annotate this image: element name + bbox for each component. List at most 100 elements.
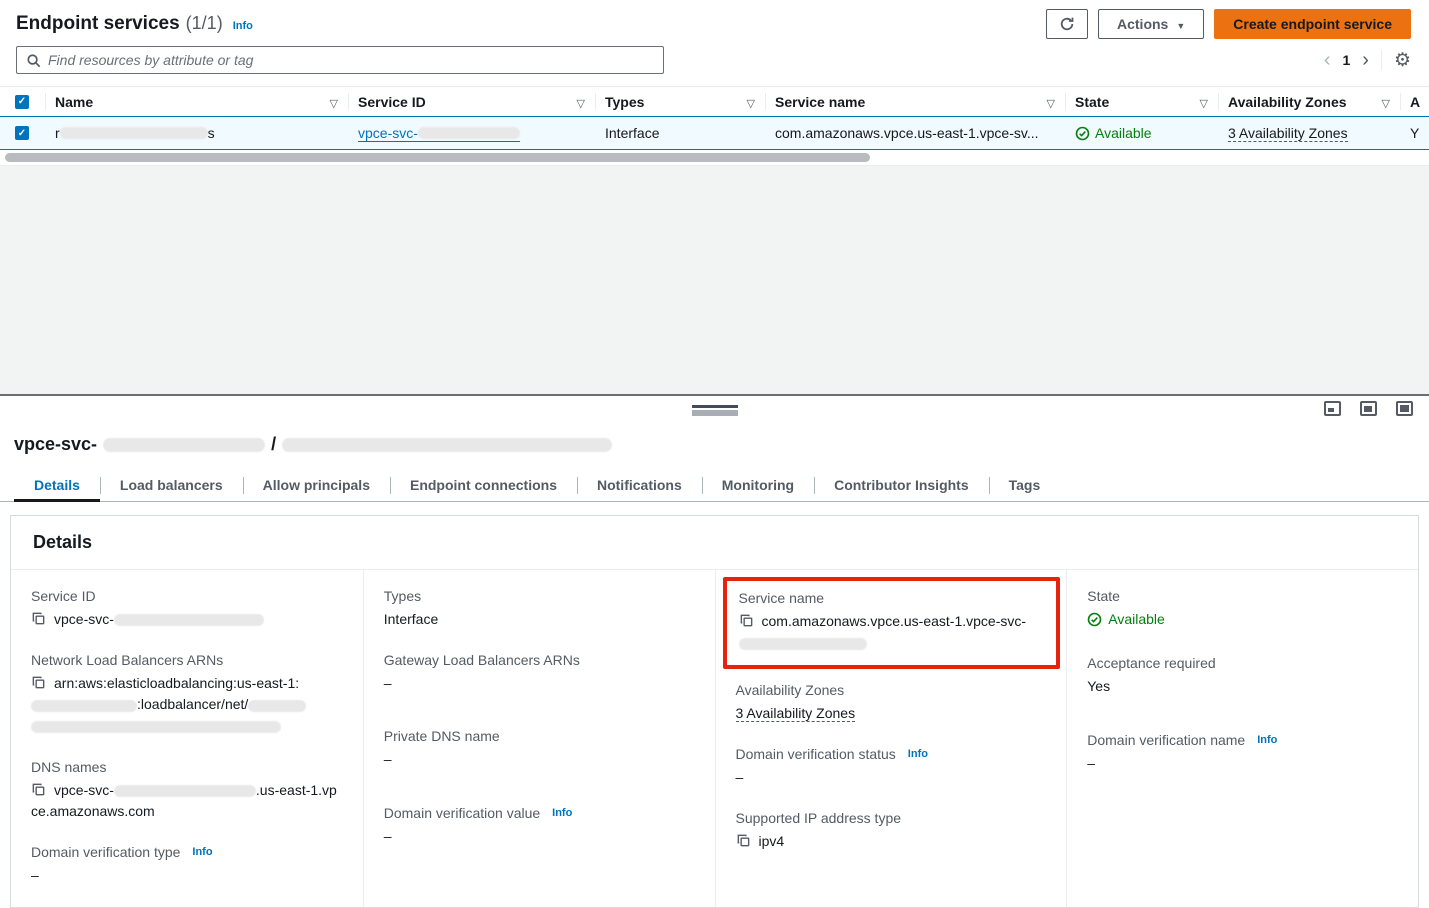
table-controls: 1 [0, 44, 1429, 76]
tab-notifications[interactable]: Notifications [577, 469, 702, 501]
row-checkbox[interactable] [15, 126, 29, 140]
column-types: Types [605, 94, 644, 110]
field-domain-verification-type: Domain verification typeInfo – [31, 844, 343, 887]
availability-zones-link[interactable]: 3 Availability Zones [1228, 125, 1348, 142]
status-available-icon [1075, 126, 1090, 141]
details-column-3: Service name com.amazonaws.vpce.us-east-… [715, 570, 1067, 907]
redacted-service-id [418, 127, 520, 139]
split-panel-maximize-icon[interactable] [1396, 401, 1413, 416]
search-input[interactable] [48, 52, 654, 68]
header-checkbox[interactable] [15, 95, 29, 109]
info-link[interactable]: Info [908, 748, 928, 760]
split-panel: vpce-svc- / Details Load balancers Allow… [0, 394, 1429, 908]
actions-button-label: Actions [1117, 16, 1168, 32]
highlight-box: Service name com.amazonaws.vpce.us-east-… [723, 577, 1061, 669]
tab-endpoint-connections[interactable]: Endpoint connections [390, 469, 577, 501]
table-header: Name Service ID Types Service name State… [0, 86, 1429, 116]
column-acceptance-cut: A [1410, 94, 1420, 110]
cell-service-name: com.amazonaws.vpce.us-east-1.vpce-sv... [775, 125, 1039, 141]
column-state: State [1075, 94, 1109, 110]
field-domain-verification-value: Domain verification valueInfo – [384, 805, 695, 848]
search-box[interactable] [16, 46, 664, 74]
pager-divider [1381, 50, 1382, 70]
copy-icon[interactable] [736, 833, 751, 848]
cell-state: Available [1095, 125, 1152, 141]
split-panel-side-icon[interactable] [1360, 401, 1377, 416]
tab-bar: Details Load balancers Allow principals … [0, 469, 1429, 502]
cell-types: Interface [605, 125, 659, 141]
table-row[interactable]: rs vpce-svc- Interface com.amazonaws.vpc… [0, 116, 1429, 150]
chevron-left-icon[interactable] [1324, 50, 1331, 70]
split-panel-bottom-icon[interactable] [1324, 401, 1341, 416]
details-column-4: State Available Acceptance required Yes [1066, 570, 1418, 907]
content-background [0, 166, 1429, 394]
redacted-service-id-value [114, 614, 264, 626]
details-heading: Details [11, 516, 1418, 570]
tab-load-balancers[interactable]: Load balancers [100, 469, 243, 501]
filter-icon[interactable] [747, 94, 755, 110]
redacted-lb-id [31, 721, 281, 733]
redacted-account-id [31, 700, 137, 712]
header-toolbar: Actions Create endpoint service [1046, 9, 1411, 39]
page-number[interactable]: 1 [1342, 52, 1350, 68]
split-panel-drag-handle[interactable] [692, 405, 738, 416]
redacted-dns-id [114, 785, 256, 797]
field-domain-verification-status: Domain verification statusInfo – [736, 746, 1047, 789]
details-card: Details Service ID vpce-svc- Network Loa… [10, 515, 1419, 908]
panel-title: vpce-svc- / [0, 422, 1429, 455]
details-column-1: Service ID vpce-svc- Network Load Balanc… [11, 570, 363, 907]
actions-button[interactable]: Actions [1098, 9, 1204, 39]
field-service-id: Service ID vpce-svc- [31, 588, 343, 631]
tab-details[interactable]: Details [14, 469, 100, 501]
redacted-title-name [282, 438, 612, 452]
horizontal-scrollbar[interactable] [0, 150, 1429, 166]
availability-zones-link[interactable]: 3 Availability Zones [736, 705, 856, 722]
copy-icon[interactable] [739, 613, 754, 628]
scrollbar-thumb[interactable] [5, 153, 870, 162]
field-private-dns-name: Private DNS name – [384, 728, 695, 771]
field-state: State Available [1087, 588, 1398, 634]
field-types: Types Interface [384, 588, 695, 631]
create-endpoint-service-button[interactable]: Create endpoint service [1214, 9, 1411, 39]
service-id-link[interactable]: vpce-svc- [358, 125, 520, 142]
filter-icon[interactable] [577, 94, 585, 110]
chevron-right-icon[interactable] [1362, 50, 1369, 70]
tab-allow-principals[interactable]: Allow principals [243, 469, 390, 501]
page-title: Endpoint services (1/1) Info [16, 13, 253, 35]
status-available-icon [1087, 612, 1102, 627]
field-dns-names: DNS names vpce-svc-.us-east-1.vpce.amazo… [31, 759, 343, 823]
filter-icon[interactable] [1047, 94, 1055, 110]
gear-icon[interactable] [1394, 49, 1411, 72]
column-service-id: Service ID [358, 94, 426, 110]
cell-acceptance-cut: Y [1410, 125, 1419, 141]
column-availability-zones: Availability Zones [1228, 94, 1347, 110]
info-link[interactable]: Info [552, 807, 572, 819]
field-acceptance-required: Acceptance required Yes [1087, 655, 1398, 698]
copy-icon[interactable] [31, 675, 46, 690]
tab-tags[interactable]: Tags [989, 469, 1061, 501]
endpoint-services-page: Endpoint services (1/1) Info Actions Cre… [0, 0, 1429, 886]
info-link[interactable]: Info [192, 846, 212, 858]
tab-monitoring[interactable]: Monitoring [702, 469, 814, 501]
filter-icon[interactable] [1200, 94, 1208, 110]
resource-count: (1/1) [186, 13, 223, 34]
filter-icon[interactable] [330, 94, 338, 110]
copy-icon[interactable] [31, 782, 46, 797]
field-glb-arns: Gateway Load Balancers ARNs – [384, 652, 695, 695]
pagination: 1 [1324, 49, 1411, 72]
filter-icon[interactable] [1382, 94, 1390, 110]
title-info-link[interactable]: Info [233, 20, 253, 32]
redacted-title-id [103, 438, 265, 452]
redacted-name [60, 127, 208, 139]
field-service-name: Service name com.amazonaws.vpce.us-east-… [739, 590, 1045, 654]
refresh-button[interactable] [1046, 9, 1088, 39]
copy-icon[interactable] [31, 611, 46, 626]
caret-down-icon [1176, 16, 1185, 32]
redacted-lb-name [248, 700, 306, 712]
page-title-text: Endpoint services [16, 13, 180, 35]
tab-contributor-insights[interactable]: Contributor Insights [814, 469, 989, 501]
info-link[interactable]: Info [1257, 734, 1277, 746]
field-availability-zones: Availability Zones 3 Availability Zones [736, 682, 1047, 725]
column-name: Name [55, 94, 93, 110]
field-supported-ip-type: Supported IP address type ipv4 [736, 810, 1047, 853]
